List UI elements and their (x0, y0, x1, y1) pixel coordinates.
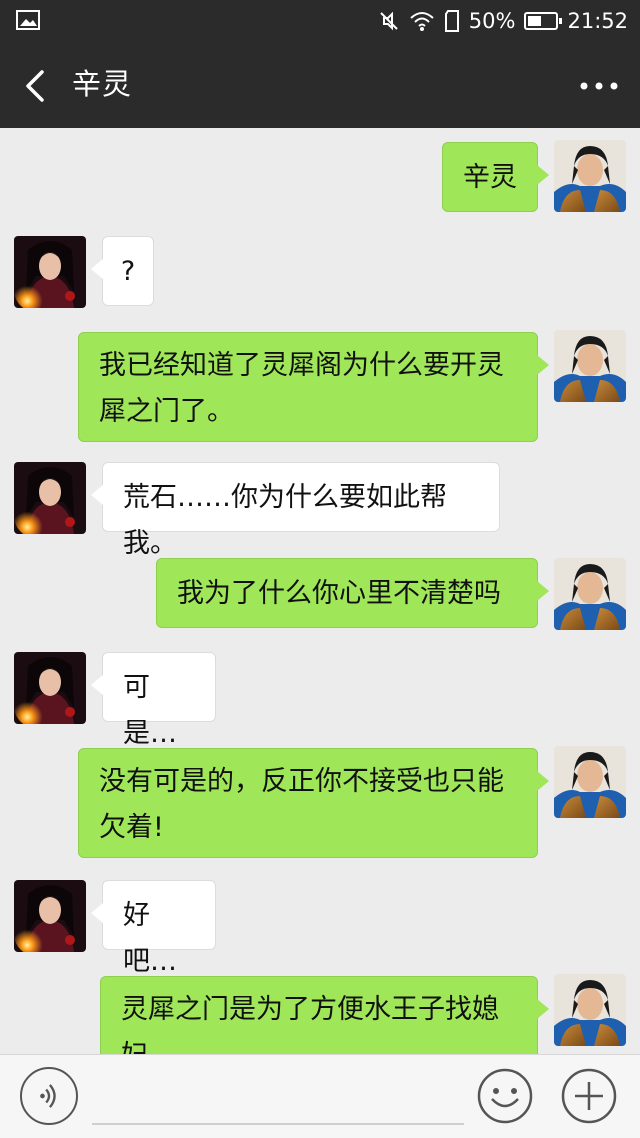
message-text-line: 我已经知道了灵犀阁为什么要开灵 (99, 350, 504, 381)
message-text: 辛灵 (463, 162, 517, 193)
sim-icon (444, 10, 459, 32)
message-text: ? (120, 256, 136, 287)
message-text-line: 没有可是的，反正你不接受也只能 (99, 766, 504, 797)
message-row: 可是… (0, 646, 640, 749)
battery-fill (528, 16, 542, 26)
contact-avatar[interactable] (14, 880, 86, 952)
outgoing-message-bubble[interactable]: 灵犀之门是为了方便水王子找媳 妇 (100, 976, 549, 1054)
message-text-line: 妇 (121, 1033, 517, 1054)
emoji-icon[interactable] (476, 1067, 534, 1125)
message-row: ? (0, 228, 640, 324)
message-input[interactable] (92, 1067, 464, 1125)
female-avatar-image (14, 880, 86, 952)
male-avatar-image (554, 746, 626, 818)
message-row: 灵犀之门是为了方便水王子找媳 妇 (0, 968, 640, 1054)
message-list[interactable]: 辛灵 ? 我已经知道了灵犀阁为什么要开灵 犀之门了。 荒石……你为什么要如此帮我… (0, 128, 640, 1054)
message-text-line: 欠着! (99, 812, 164, 843)
my-avatar[interactable] (554, 746, 626, 818)
message-text: 可是… (123, 672, 177, 749)
my-avatar[interactable] (554, 140, 626, 212)
contact-avatar[interactable] (14, 236, 86, 308)
more-dots-icon[interactable] (576, 68, 622, 104)
plus-icon[interactable] (560, 1067, 618, 1125)
outgoing-message-bubble[interactable]: 没有可是的，反正你不接受也只能 欠着! (78, 748, 549, 858)
message-row: 我为了什么你心里不清楚吗 (0, 550, 640, 646)
image-icon (16, 10, 40, 30)
my-avatar[interactable] (554, 558, 626, 630)
mute-icon (380, 11, 398, 31)
message-text-line: 灵犀之门是为了方便水王子找媳 (121, 994, 499, 1025)
wifi-icon (410, 12, 434, 31)
status-bar: 50% 21:52 (0, 0, 640, 42)
incoming-message-bubble[interactable]: 可是… (91, 652, 216, 749)
incoming-message-bubble[interactable]: 好吧… (91, 880, 216, 977)
female-avatar-image (14, 652, 86, 724)
chat-title: 辛灵 (72, 67, 133, 101)
outgoing-message-bubble[interactable]: 我已经知道了灵犀阁为什么要开灵 犀之门了。 (78, 332, 549, 442)
female-avatar-image (14, 462, 86, 534)
message-row: 好吧… (0, 872, 640, 977)
male-avatar-image (554, 558, 626, 630)
message-row: 辛灵 (0, 128, 640, 228)
clock: 21:52 (567, 9, 628, 33)
contact-avatar[interactable] (14, 462, 86, 534)
message-row: 我已经知道了灵犀阁为什么要开灵 犀之门了。 (0, 324, 640, 454)
chat-header: 辛灵 (0, 42, 640, 128)
message-text: 好吧… (123, 900, 177, 977)
message-text: 荒石……你为什么要如此帮我。 (123, 482, 447, 559)
message-text-line: 犀之门了。 (99, 396, 234, 427)
contact-avatar[interactable] (14, 652, 86, 724)
outgoing-message-bubble[interactable]: 辛灵 (442, 142, 549, 212)
battery-icon (524, 12, 563, 30)
incoming-message-bubble[interactable]: ? (91, 236, 154, 306)
my-avatar[interactable] (554, 330, 626, 402)
message-row: 荒石……你为什么要如此帮我。 (0, 454, 640, 559)
voice-icon[interactable] (20, 1067, 78, 1125)
female-avatar-image (14, 236, 86, 308)
message-text: 我为了什么你心里不清楚吗 (177, 578, 501, 609)
male-avatar-image (554, 974, 626, 1046)
battery-percent: 50% (468, 9, 516, 33)
my-avatar[interactable] (554, 974, 626, 1046)
message-row: 没有可是的，反正你不接受也只能 欠着! (0, 742, 640, 872)
outgoing-message-bubble[interactable]: 我为了什么你心里不清楚吗 (156, 558, 549, 628)
input-bar (0, 1054, 640, 1138)
male-avatar-image (554, 330, 626, 402)
male-avatar-image (554, 140, 626, 212)
incoming-message-bubble[interactable]: 荒石……你为什么要如此帮我。 (91, 462, 500, 559)
back-chevron-icon[interactable] (16, 64, 56, 108)
